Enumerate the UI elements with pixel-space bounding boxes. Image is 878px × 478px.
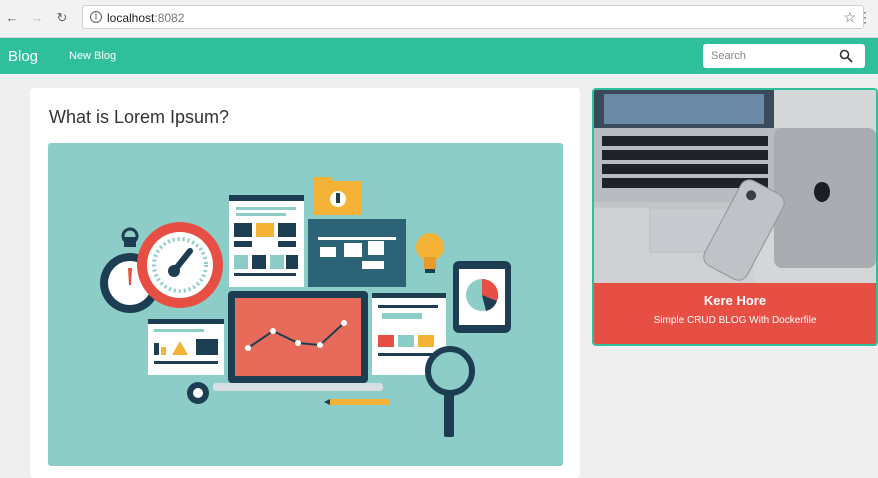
url-port: :8082 [154,11,185,25]
gear-icon [187,382,209,404]
star-icon[interactable]: ☆ [843,9,856,26]
post-card: What is Lorem Ipsum? [30,88,580,478]
post-illustration [48,143,563,466]
bar-chart-card-icon [148,319,224,375]
macbook-iphone-photo [594,90,876,283]
featured-title[interactable]: Kere Hore [594,293,876,308]
nav-link-new-blog[interactable]: New Blog [69,50,116,62]
back-icon[interactable]: ← [5,11,19,25]
tablet-pie-chart-icon [453,261,511,333]
featured-subtitle: Simple CRUD BLOG With Dockerfile [653,315,817,326]
document-icon [229,195,304,287]
lightbulb-icon [416,233,444,273]
reload-icon[interactable]: ↻ [55,11,69,25]
info-icon[interactable]: i [90,11,102,23]
pencil-icon [324,399,390,405]
url-host: localhost [107,11,155,25]
url-text: localhost:8082 [107,11,184,25]
search-input[interactable] [711,48,831,64]
magnifier-icon [425,346,475,437]
post-title[interactable]: What is Lorem Ipsum? [49,107,229,128]
forward-icon[interactable]: → [30,11,44,25]
analytics-illustration [100,177,511,437]
featured-caption: Kere Hore Simple CRUD BLOG With Dockerfi… [594,283,876,344]
folder-icon [314,177,362,215]
search-icon[interactable] [839,49,853,63]
gauge-icon [137,222,223,308]
flowchart-icon [308,219,406,287]
kebab-menu-icon[interactable]: ⋮ [858,9,872,26]
browser-toolbar: ← → ↻ i localhost:8082 ☆ ⋮ [0,0,878,38]
featured-card[interactable]: Kere Hore Simple CRUD BLOG With Dockerfi… [592,88,878,346]
address-bar[interactable]: i localhost:8082 [82,5,864,29]
brand-link[interactable]: Blog [8,48,38,65]
search-box [703,44,865,68]
laptop-line-chart-icon [213,291,383,391]
